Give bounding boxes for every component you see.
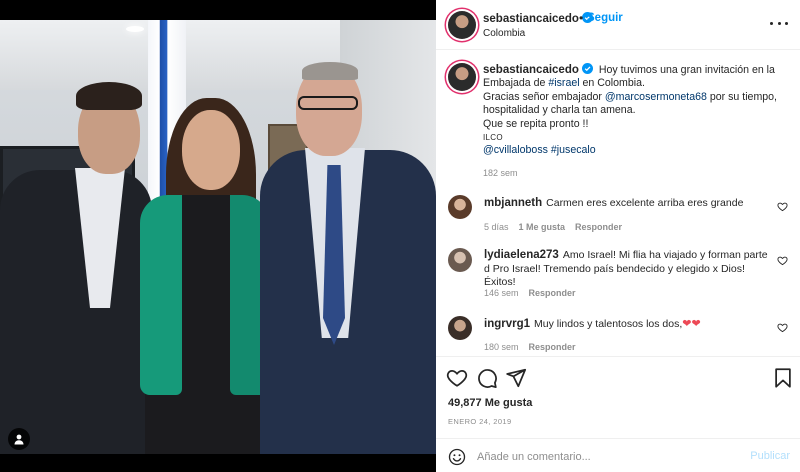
red-heart-emoji-icon: ❤❤ <box>682 318 701 330</box>
like-comment-heart-icon[interactable] <box>777 255 788 266</box>
header-separator: • <box>579 11 584 25</box>
commenter-avatar[interactable] <box>448 248 472 272</box>
photo-person-left-suit <box>0 170 152 454</box>
reply-button[interactable]: Responder <box>529 342 576 352</box>
comment-text: lydiaelena273 Amo Israel! Mi flia ha viaj… <box>484 249 770 290</box>
follow-button[interactable]: Seguir <box>587 12 623 24</box>
comment-text: mbjanneth Carmen eres excelente arriba er… <box>484 197 770 211</box>
caption-line2-start: Gracias señor embajador <box>483 90 605 103</box>
tagged-users-icon[interactable] <box>8 428 30 450</box>
post-header: sebastiancaicedo • Seguir Colombia <box>436 0 800 50</box>
caption-line1-end: en Colombia. <box>579 77 645 90</box>
commenter-avatar[interactable] <box>448 195 472 219</box>
post-actions: 49,877 Me gusta ENERO 24, 2019 Publicar <box>436 356 800 472</box>
reply-button[interactable]: Responder <box>575 222 622 232</box>
comment-time[interactable]: 146 sem <box>484 288 519 298</box>
mention-credit-link[interactable]: @cvillaloboss <box>483 144 548 156</box>
comment-item: mbjanneth Carmen eres excelente arriba er… <box>448 195 788 235</box>
post-location[interactable]: Colombia <box>483 28 525 39</box>
photo-person-right-glasses <box>298 96 358 110</box>
comment-meta: 5 días 1 Me gusta Responder <box>484 222 622 232</box>
comment-input[interactable] <box>477 447 737 467</box>
post-photo[interactable] <box>0 20 436 454</box>
comment-meta: 146 sem Responder <box>484 288 576 298</box>
caption-time[interactable]: 182 sem <box>483 168 518 178</box>
author-username[interactable]: sebastiancaicedo <box>483 12 593 25</box>
caption-username[interactable]: sebastiancaicedo <box>483 63 593 76</box>
comment-meta: 180 sem Responder <box>484 342 576 352</box>
photo-person-center-head <box>182 110 240 190</box>
caption-author-avatar[interactable] <box>448 63 476 91</box>
add-comment-bar: Publicar <box>436 438 800 472</box>
post-date[interactable]: ENERO 24, 2019 <box>448 417 512 426</box>
commenter-username[interactable]: mbjanneth <box>484 197 542 209</box>
author-avatar[interactable] <box>448 11 476 39</box>
caption-line4: ILCO <box>483 133 503 143</box>
commenter-avatar[interactable] <box>448 316 472 340</box>
comment-time[interactable]: 5 días <box>484 222 509 232</box>
photo-person-right-hair <box>302 62 358 80</box>
like-heart-icon[interactable] <box>446 367 468 389</box>
like-comment-heart-icon[interactable] <box>777 201 788 212</box>
comment-likes-count[interactable]: 1 Me gusta <box>519 222 566 232</box>
comment-item: lydiaelena273 Amo Israel! Mi flia ha viaj… <box>448 248 788 302</box>
photo-ceiling-light <box>126 26 144 32</box>
mention-ambassador-link[interactable]: @marcosermoneta68 <box>605 91 707 103</box>
comment-bubble-icon[interactable] <box>476 367 498 389</box>
save-bookmark-icon[interactable] <box>772 367 794 389</box>
more-options-icon[interactable] <box>770 16 788 30</box>
caption-text: sebastiancaicedo Hoy tuvimos una gran in… <box>483 63 788 158</box>
comment-time[interactable]: 180 sem <box>484 342 519 352</box>
author-username-text[interactable]: sebastiancaicedo <box>483 13 579 25</box>
hashtag-israel-link[interactable]: #israel <box>548 77 579 89</box>
reply-button[interactable]: Responder <box>529 288 576 298</box>
share-paper-plane-icon[interactable] <box>505 367 527 389</box>
comment-item: ingrvrg1 Muy lindos y talentosos los dos,… <box>448 316 788 354</box>
publish-comment-button[interactable]: Publicar <box>750 450 790 462</box>
like-comment-heart-icon[interactable] <box>777 322 788 333</box>
photo-person-center-jacket-left <box>140 195 182 395</box>
comment-body: Muy lindos y talentosos los dos, <box>534 318 683 330</box>
commenter-username[interactable]: ingrvrg1 <box>484 318 530 330</box>
emoji-smiley-icon[interactable] <box>448 448 466 466</box>
likes-count[interactable]: 49,877 Me gusta <box>448 397 532 409</box>
caption-username-text[interactable]: sebastiancaicedo <box>483 64 579 76</box>
hashtag-jusecalo-link[interactable]: #jusecalo <box>551 144 596 156</box>
photo-pane <box>0 0 436 472</box>
post-side-panel: sebastiancaicedo • Seguir Colombia sebas… <box>436 0 800 472</box>
comment-body: Carmen eres excelente arriba eres grande <box>546 197 744 209</box>
photo-person-left-hair <box>76 82 142 110</box>
caption-line3: Que se repita pronto !! <box>483 117 589 130</box>
comment-text: ingrvrg1 Muy lindos y talentosos los dos,… <box>484 318 770 332</box>
commenter-username[interactable]: lydiaelena273 <box>484 249 559 261</box>
verified-badge-icon <box>581 63 593 74</box>
